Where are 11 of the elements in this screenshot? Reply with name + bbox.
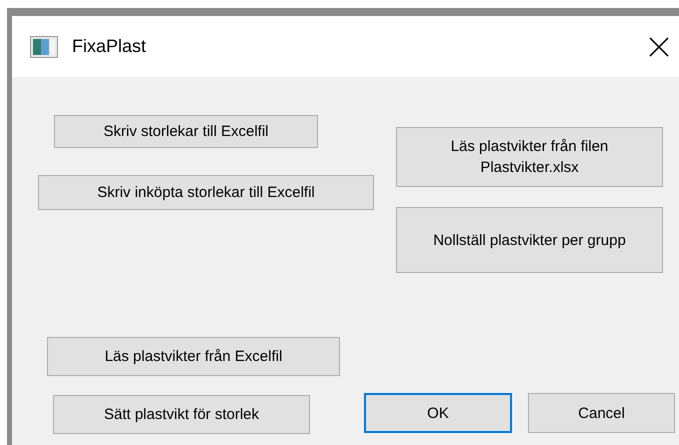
window-title: FixaPlast	[72, 35, 146, 58]
dialog-button[interactable]: Sätt plastvikt för storlek	[53, 395, 310, 434]
dialog-button[interactable]: Nollställ plastvikter per grupp	[396, 207, 663, 273]
dialog-button[interactable]: Skriv inköpta storlekar till Excelfil	[38, 175, 374, 210]
dialog-button[interactable]: Cancel	[528, 393, 675, 433]
dialog-button[interactable]: Läs plastvikter från filen Plastvikter.xlsx	[396, 127, 663, 187]
dialog-button[interactable]: Läs plastvikter från Excelfil	[47, 337, 340, 376]
dialog-button[interactable]: Skriv storlekar till Excelfil	[54, 115, 318, 148]
app-icon	[30, 36, 58, 58]
default-button[interactable]: OK	[364, 393, 512, 433]
close-icon[interactable]	[649, 36, 669, 56]
